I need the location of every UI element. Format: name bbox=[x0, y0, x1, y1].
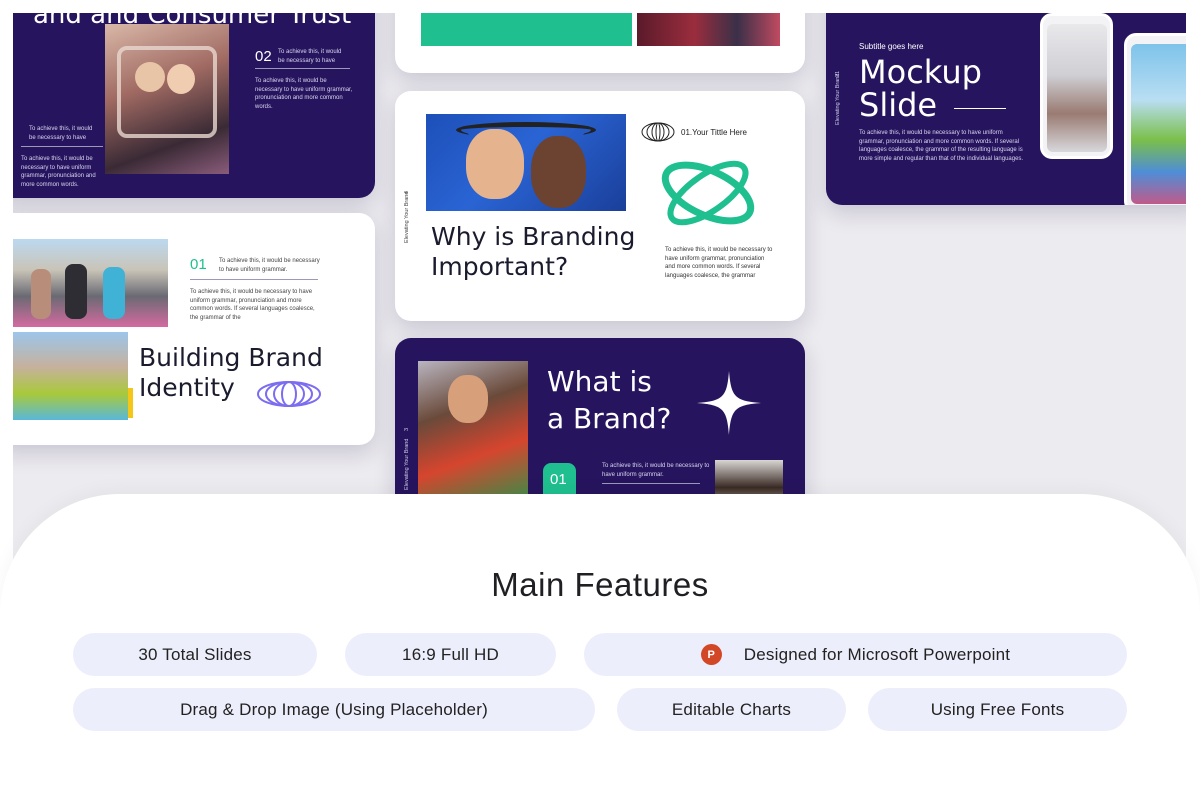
point-number: 01 bbox=[550, 471, 567, 488]
left-note-long: To achieve this, it would be necessary t… bbox=[21, 156, 96, 188]
feature-label: Using Free Fonts bbox=[930, 699, 1065, 719]
photo-group-street bbox=[13, 239, 168, 327]
feature-free-fonts: Using Free Fonts bbox=[868, 688, 1127, 731]
slide-mockup: Subtitle goes here Mockup Slide To achie… bbox=[826, 13, 1186, 205]
side-label: Elevating Your Brand bbox=[835, 73, 841, 125]
divider bbox=[602, 483, 700, 484]
slide-top-partial bbox=[395, 13, 805, 73]
phone-mockup-2 bbox=[1124, 33, 1186, 205]
powerpoint-icon: P bbox=[700, 644, 722, 665]
photo-woman-phone bbox=[418, 361, 528, 501]
slide-subtitle: 01.Your Tittle Here bbox=[681, 128, 747, 137]
left-note-short: To achieve this, it would be necessary t… bbox=[29, 126, 93, 141]
side-label: Elevating Your Brand bbox=[404, 438, 410, 490]
phone-mockup-1 bbox=[1040, 13, 1113, 159]
features-title: Main Features bbox=[491, 566, 709, 603]
slide-title-line1: Building Brand bbox=[139, 343, 323, 372]
feature-powerpoint: P Designed for Microsoft Powerpoint bbox=[584, 633, 1127, 676]
feature-label: Drag & Drop Image (Using Placeholder) bbox=[180, 699, 488, 719]
page-number: 4 bbox=[404, 190, 410, 194]
slide-brand-identity: 01 To achieve this, it would be necessar… bbox=[13, 213, 375, 445]
divider bbox=[190, 279, 318, 280]
photo-two-friends-headphones bbox=[426, 114, 626, 211]
slide-body: To achieve this, it would be necessary t… bbox=[190, 289, 315, 321]
slide-title-line1: Why is Branding bbox=[431, 222, 636, 251]
slide-branding-important: 01.Your Tittle Here Why is Branding Impo… bbox=[395, 91, 805, 321]
divider bbox=[21, 146, 103, 147]
ring-logo-icon bbox=[641, 122, 675, 142]
slide-title-line2: Identity bbox=[139, 373, 235, 402]
feature-label: Designed for Microsoft Powerpoint bbox=[743, 644, 1011, 664]
point-text: To achieve this, it would be necessary t… bbox=[219, 258, 320, 273]
slide-title-line2: Slide bbox=[859, 86, 938, 124]
feature-drag-drop: Drag & Drop Image (Using Placeholder) bbox=[73, 688, 595, 731]
slide-consumer-trust: and and Consumer Trust 02 To achieve thi… bbox=[13, 13, 375, 198]
slide-title-line2: Important? bbox=[431, 252, 569, 281]
purple-rings-icon bbox=[257, 381, 321, 407]
sparkle-icon bbox=[697, 371, 761, 435]
slide-body: To achieve this, it would be necessary t… bbox=[859, 130, 1024, 162]
page-number: 21 bbox=[835, 70, 841, 77]
feature-total-slides: 30 Total Slides bbox=[73, 633, 317, 676]
yellow-accent bbox=[128, 388, 133, 418]
green-block bbox=[421, 13, 632, 46]
feature-label: 16:9 Full HD bbox=[402, 644, 499, 664]
photo-friends-boardwalk bbox=[13, 332, 128, 420]
divider bbox=[255, 68, 350, 69]
page-number: 3 bbox=[404, 427, 410, 431]
slide-subtitle: Subtitle goes here bbox=[859, 42, 924, 51]
feature-label: Editable Charts bbox=[671, 699, 792, 719]
feature-label: 30 Total Slides bbox=[138, 644, 252, 664]
point-number: 01 bbox=[190, 256, 207, 273]
feature-editable-charts: Editable Charts bbox=[617, 688, 846, 731]
point-text: To achieve this, it would be necessary t… bbox=[602, 463, 710, 478]
product-showcase: and and Consumer Trust 02 To achieve thi… bbox=[0, 0, 1200, 800]
slide-title-line1: What is bbox=[547, 365, 652, 398]
side-label: Elevating Your Brand bbox=[404, 191, 410, 243]
feature-full-hd: 16:9 Full HD bbox=[345, 633, 556, 676]
slides-collage: and and Consumer Trust 02 To achieve thi… bbox=[13, 13, 1186, 573]
point-number: 02 bbox=[255, 48, 272, 65]
arrow-line bbox=[954, 108, 1006, 109]
slide-body: To achieve this, it would be necessary t… bbox=[665, 247, 773, 279]
slide-body: To achieve this, it would be necessary t… bbox=[255, 78, 353, 110]
point-text: To achieve this, it would be necessary t… bbox=[278, 49, 342, 64]
slide-title-line2: a Brand? bbox=[547, 402, 672, 435]
green-orbit-icon bbox=[661, 160, 755, 226]
photo-friends-selfie bbox=[105, 24, 229, 174]
photo-crowd bbox=[637, 13, 780, 46]
